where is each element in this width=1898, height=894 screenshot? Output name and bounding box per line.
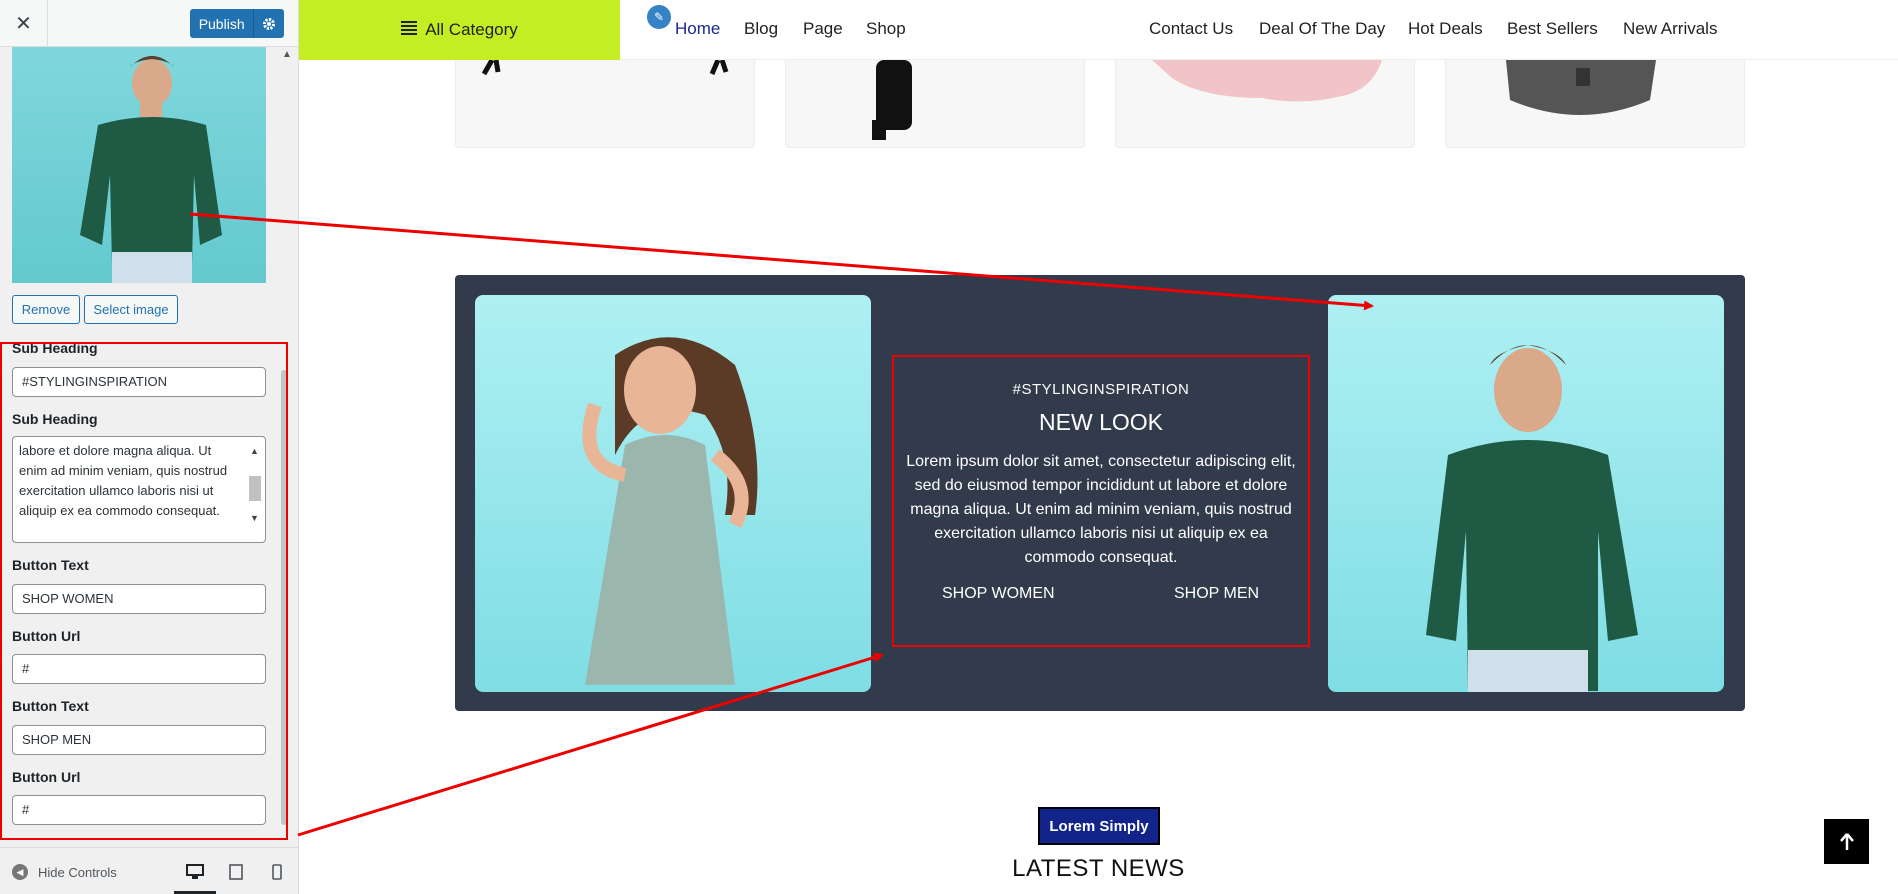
button-url-men-input[interactable]: # — [12, 795, 266, 825]
product-image-2 — [872, 60, 912, 140]
banner-text-block: #STYLINGINSPIRATION NEW LOOK Lorem ipsum… — [892, 355, 1310, 647]
latest-news-heading: LATEST NEWS — [1012, 855, 1185, 882]
shop-men-button[interactable]: SHOP MEN — [1174, 585, 1259, 603]
field-label-button-text-2: Button Text — [12, 698, 89, 714]
nav-deal-of-the-day[interactable]: Deal Of The Day — [1259, 19, 1385, 39]
field-label-button-url: Button Url — [12, 628, 81, 644]
product-card[interactable] — [785, 60, 1085, 148]
product-image-1 — [481, 60, 729, 76]
field-label-button-url-2: Button Url — [12, 769, 81, 785]
customizer-sidebar: ✕ Publish ▲ Remove Select image Sub Head… — [0, 0, 299, 894]
product-card[interactable] — [1115, 60, 1415, 148]
product-image-4 — [1506, 60, 1656, 115]
product-card[interactable] — [455, 60, 755, 148]
back-to-top-button[interactable] — [1824, 819, 1869, 864]
field-label-sub-heading: Sub Heading — [12, 340, 98, 356]
nav-page[interactable]: Page — [803, 19, 843, 39]
banner-sub-heading: #STYLINGINSPIRATION — [1012, 381, 1190, 398]
product-card[interactable] — [1445, 60, 1745, 148]
styling-banner: #STYLINGINSPIRATION NEW LOOK Lorem ipsum… — [455, 275, 1745, 711]
women-image — [475, 295, 871, 692]
shop-women-button[interactable]: SHOP WOMEN — [942, 585, 1055, 603]
scroll-up-icon[interactable]: ▲ — [282, 49, 292, 60]
publish-label: Publish — [198, 15, 245, 32]
menu-icon — [401, 20, 418, 40]
arrow-up-icon — [1839, 832, 1854, 850]
select-image-button[interactable]: Select image — [84, 295, 178, 324]
banner-description: Lorem ipsum dolor sit amet, consectetur … — [906, 453, 1296, 566]
all-category-button[interactable]: All Category — [299, 0, 620, 60]
nav-shop[interactable]: Shop — [866, 19, 906, 39]
button-text-men-input[interactable]: SHOP MEN — [12, 725, 266, 755]
gear-icon[interactable] — [253, 9, 284, 38]
product-image-3 — [1152, 60, 1382, 102]
remove-image-button[interactable]: Remove — [12, 295, 80, 324]
button-text-women-input[interactable]: SHOP WOMEN — [12, 584, 266, 614]
top-navigation: All Category ✎ Home Blog Page Shop Conta… — [299, 0, 1898, 60]
nav-best-sellers[interactable]: Best Sellers — [1507, 19, 1598, 39]
edit-pencil-icon[interactable]: ✎ — [645, 3, 673, 31]
nav-hot-deals[interactable]: Hot Deals — [1408, 19, 1483, 39]
banner-heading: NEW LOOK — [1039, 409, 1163, 435]
nav-new-arrivals[interactable]: New Arrivals — [1623, 19, 1717, 39]
close-icon[interactable]: ✕ — [0, 0, 48, 46]
textarea-content: labore et dolore magna aliqua. Ut enim a… — [19, 443, 228, 518]
textarea-scroll-down-icon[interactable]: ▼ — [250, 508, 259, 528]
men-image — [1328, 295, 1724, 692]
sidebar-scrollbar[interactable] — [281, 370, 287, 825]
select-image-label: Select image — [93, 302, 169, 317]
nav-blog[interactable]: Blog — [744, 19, 778, 39]
selected-image-preview — [12, 47, 266, 283]
remove-label: Remove — [21, 302, 71, 317]
button-url-women-input[interactable]: # — [12, 654, 266, 684]
customizer-header: ✕ Publish — [0, 0, 298, 47]
textarea-scrollbar[interactable]: ▲ ▼ — [248, 441, 262, 538]
customizer-controls: ▲ Remove Select image Sub Heading #STYLI… — [0, 47, 298, 847]
sub-heading-input[interactable]: #STYLINGINSPIRATION — [12, 367, 266, 397]
textarea-scroll-thumb[interactable] — [249, 476, 261, 501]
publish-button[interactable]: Publish — [190, 9, 284, 38]
nav-home[interactable]: Home — [675, 19, 720, 39]
nav-contact-us[interactable]: Contact Us — [1149, 19, 1233, 39]
field-label-sub-heading-2: Sub Heading — [12, 411, 98, 427]
all-category-label: All Category — [425, 20, 518, 39]
field-label-button-text: Button Text — [12, 557, 89, 573]
news-badge: Lorem Simply — [1038, 807, 1160, 845]
textarea-scroll-up-icon[interactable]: ▲ — [250, 441, 259, 461]
sub-heading-textarea[interactable]: labore et dolore magna aliqua. Ut enim a… — [12, 436, 266, 543]
